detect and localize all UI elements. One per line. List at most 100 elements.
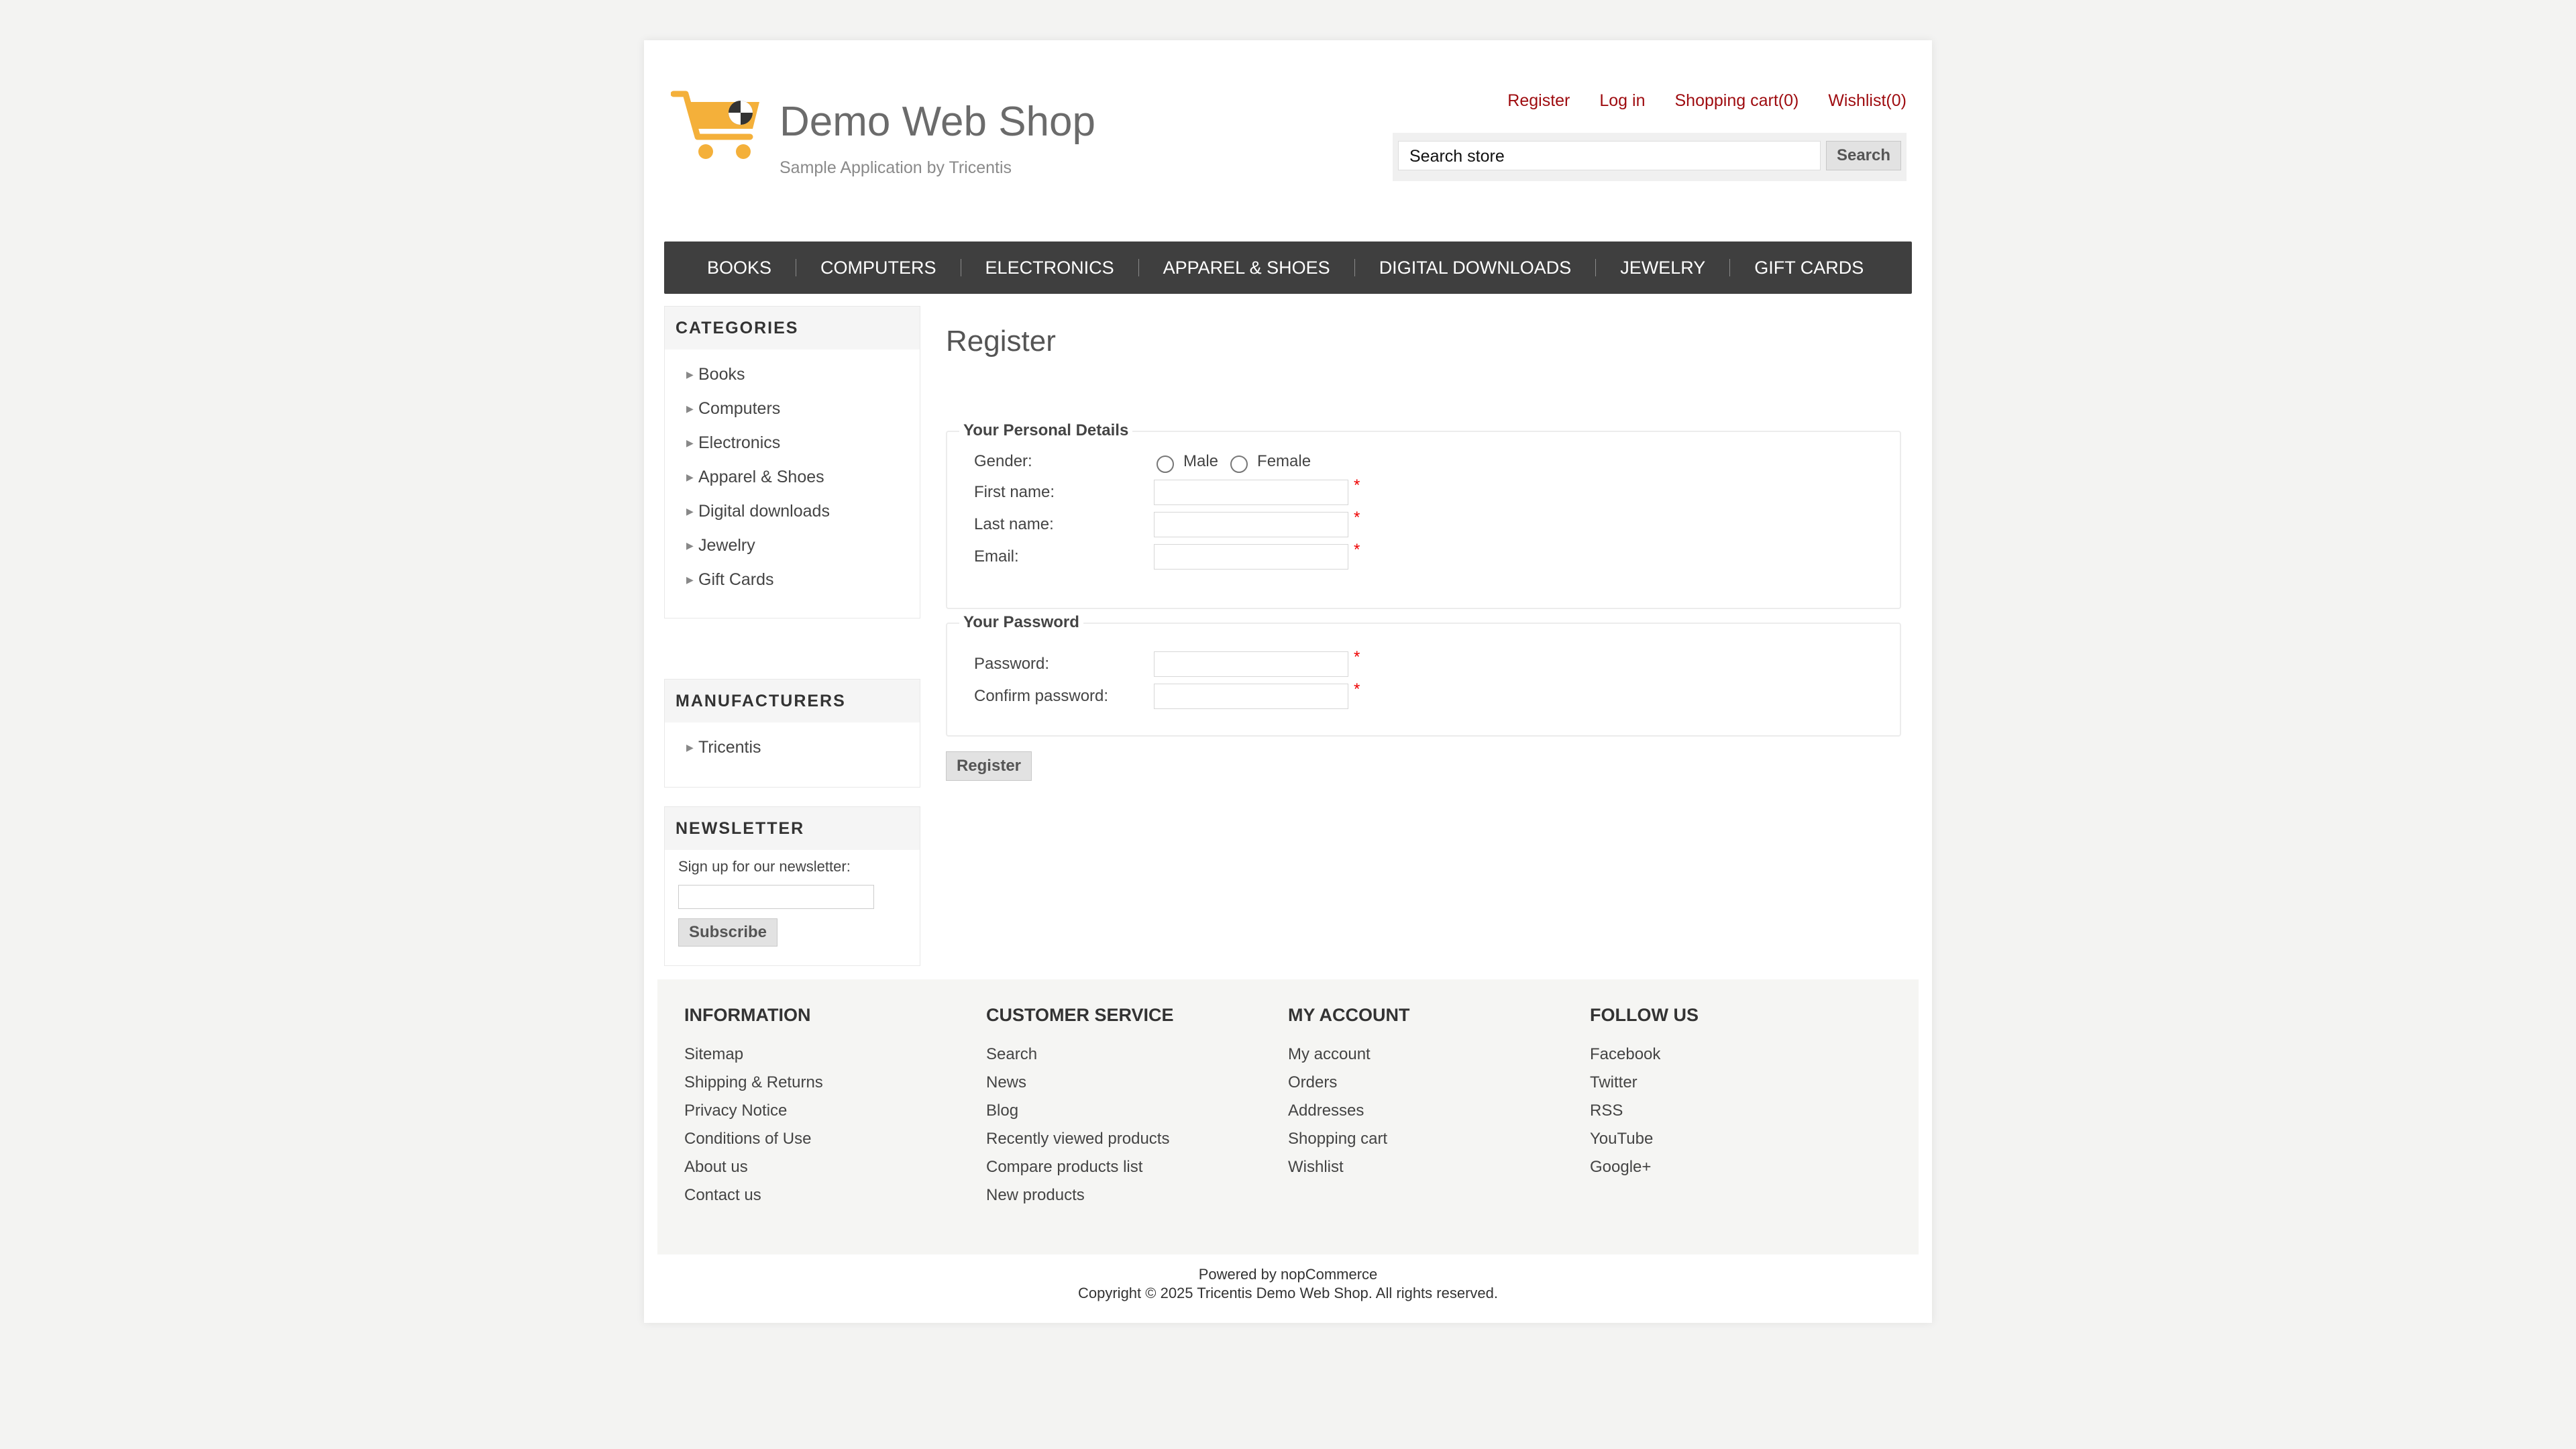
required-mark: * [1354,680,1360,698]
footer-link-sitemap[interactable]: Sitemap [684,1040,823,1069]
password-fieldset: Your Password Password: * Confirm passwo… [946,613,1901,737]
category-item-digital-downloads[interactable]: ▶ Digital downloads [665,494,920,529]
search-button[interactable]: Search [1826,141,1901,170]
top-menu: BOOKS COMPUTERS ELECTRONICS APPAREL & SH… [664,241,1912,294]
login-link[interactable]: Log in [1599,91,1645,111]
gender-female-label[interactable]: Female [1257,452,1311,471]
search-box: Search store Search [1393,133,1907,181]
footer-link-new-products[interactable]: New products [986,1181,1174,1210]
email-label: Email: [974,547,1019,566]
footer-link-wishlist[interactable]: Wishlist [1288,1153,1410,1181]
menu-item-gift-cards[interactable]: GIFT CARDS [1730,241,1888,294]
category-label: Jewelry [698,536,755,555]
subscribe-button[interactable]: Subscribe [678,918,777,947]
gender-label: Gender: [974,452,1032,470]
menu-item-computers[interactable]: COMPUTERS [796,241,961,294]
triangle-right-icon: ▶ [686,369,694,380]
required-mark: * [1354,508,1360,527]
search-input[interactable]: Search store [1398,141,1821,170]
copyright-text: Copyright © 2025 Tricentis Demo Web Shop… [1078,1285,1498,1301]
password-row: Password: * [974,648,1360,678]
store-logo[interactable]: Demo Web Shop Sample Application by Tric… [671,85,1114,212]
wishlist-link[interactable]: Wishlist(0) [1828,91,1907,111]
logo-subtitle: Sample Application by Tricentis [780,158,1012,177]
footer-my-account-title: MY ACCOUNT [1288,1005,1410,1025]
footer-link-blog[interactable]: Blog [986,1097,1174,1125]
manufacturer-item-tricentis[interactable]: ▶ Tricentis [665,731,920,765]
footer-link-google-plus[interactable]: Google+ [1590,1153,1699,1181]
last-name-row: Last name: * [974,508,1360,538]
category-label: Gift Cards [698,570,774,589]
last-name-label: Last name: [974,515,1054,533]
footer-link-youtube[interactable]: YouTube [1590,1125,1699,1153]
register-button[interactable]: Register [946,751,1032,781]
footer: INFORMATION Sitemap Shipping & Returns P… [657,979,1919,1254]
personal-details-fieldset: Your Personal Details Gender: Male Femal… [946,421,1901,609]
category-item-apparel-shoes[interactable]: ▶ Apparel & Shoes [665,460,920,494]
gender-male-radio[interactable] [1157,455,1174,473]
category-label: Apparel & Shoes [698,468,824,486]
page-title: Register [946,325,1056,358]
first-name-row: First name: * [974,476,1360,506]
required-mark: * [1354,476,1360,494]
password-input[interactable] [1154,651,1348,677]
footer-information-title: INFORMATION [684,1005,811,1025]
newsletter-block: NEWSLETTER Sign up for our newsletter: S… [664,806,920,966]
footer-link-my-account[interactable]: My account [1288,1040,1410,1069]
category-item-computers[interactable]: ▶ Computers [665,392,920,426]
footer-link-contact-us[interactable]: Contact us [684,1181,823,1210]
confirm-password-input[interactable] [1154,684,1348,709]
gender-female-radio[interactable] [1230,455,1248,473]
password-legend: Your Password [959,613,1083,632]
first-name-input[interactable] [1154,480,1348,505]
menu-item-jewelry[interactable]: JEWELRY [1596,241,1729,294]
category-item-books[interactable]: ▶ Books [665,358,920,392]
gender-male-label[interactable]: Male [1183,452,1218,471]
footer-follow-us-title: FOLLOW US [1590,1005,1699,1025]
category-item-electronics[interactable]: ▶ Electronics [665,426,920,460]
newsletter-label: Sign up for our newsletter: [678,858,851,875]
category-item-jewelry[interactable]: ▶ Jewelry [665,529,920,563]
manufacturers-block: MANUFACTURERS ▶ Tricentis [664,679,920,788]
footer-link-twitter[interactable]: Twitter [1590,1069,1699,1097]
footer-link-recently-viewed[interactable]: Recently viewed products [986,1125,1174,1153]
category-item-gift-cards[interactable]: ▶ Gift Cards [665,563,920,597]
triangle-right-icon: ▶ [686,742,694,753]
triangle-right-icon: ▶ [686,403,694,414]
footer-link-search[interactable]: Search [986,1040,1174,1069]
shopping-cart-link[interactable]: Shopping cart(0) [1675,91,1799,111]
triangle-right-icon: ▶ [686,506,694,517]
category-label: Computers [698,399,781,418]
footer-link-compare-products[interactable]: Compare products list [986,1153,1174,1181]
menu-item-apparel-shoes[interactable]: APPAREL & SHOES [1139,241,1354,294]
footer-link-shipping-returns[interactable]: Shipping & Returns [684,1069,823,1097]
required-mark: * [1354,648,1360,666]
menu-item-electronics[interactable]: ELECTRONICS [961,241,1138,294]
confirm-password-row: Confirm password: * [974,680,1360,710]
footer-link-news[interactable]: News [986,1069,1174,1097]
triangle-right-icon: ▶ [686,437,694,448]
register-link[interactable]: Register [1507,91,1570,111]
logo-title: Demo Web Shop [780,99,1095,145]
newsletter-title: NEWSLETTER [665,807,920,850]
footer-link-orders[interactable]: Orders [1288,1069,1410,1097]
footer-link-rss[interactable]: RSS [1590,1097,1699,1125]
last-name-input[interactable] [1154,512,1348,537]
first-name-label: First name: [974,483,1055,501]
footer-link-facebook[interactable]: Facebook [1590,1040,1699,1069]
email-input[interactable] [1154,544,1348,570]
footer-link-addresses[interactable]: Addresses [1288,1097,1410,1125]
menu-item-books[interactable]: BOOKS [664,241,796,294]
header-links: Register Log in Shopping cart(0) Wishlis… [1507,91,1907,111]
newsletter-email-input[interactable] [678,885,874,909]
footer-link-about-us[interactable]: About us [684,1153,823,1181]
footer-link-privacy-notice[interactable]: Privacy Notice [684,1097,823,1125]
powered-by-text[interactable]: Powered by nopCommerce [644,1265,1932,1284]
triangle-right-icon: ▶ [686,472,694,482]
triangle-right-icon: ▶ [686,574,694,585]
personal-details-legend: Your Personal Details [959,421,1133,440]
footer-link-shopping-cart[interactable]: Shopping cart [1288,1125,1410,1153]
footer-link-conditions-of-use[interactable]: Conditions of Use [684,1125,823,1153]
menu-item-digital-downloads[interactable]: DIGITAL DOWNLOADS [1355,241,1596,294]
footer-powered-by: Powered by nopCommerce Copyright © 2025 … [644,1265,1932,1303]
